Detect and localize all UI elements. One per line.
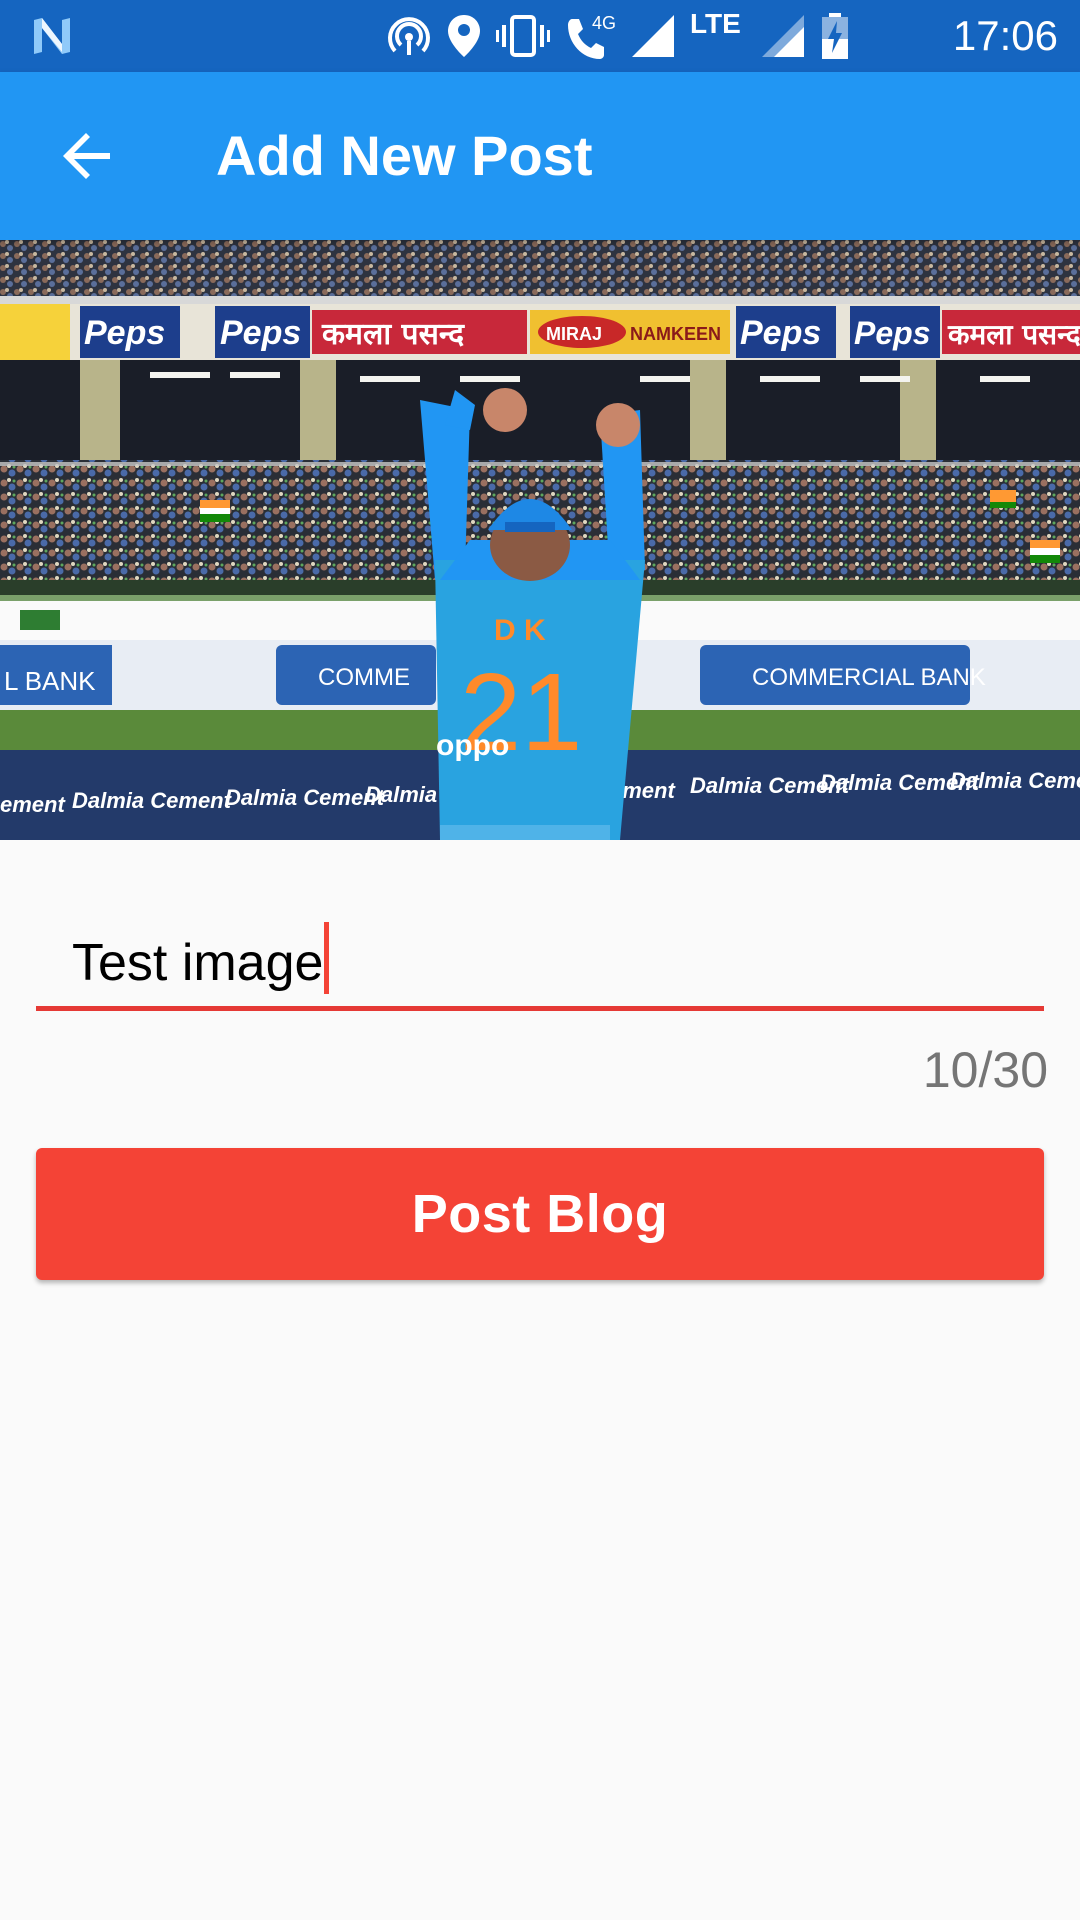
banner-peps-1: Peps xyxy=(84,314,165,352)
title-value: Test image xyxy=(72,934,324,992)
input-underline xyxy=(36,1006,1044,1011)
banner-peps-3: Peps xyxy=(740,314,821,352)
banner-kamla-1: कमला पसन्द xyxy=(321,317,465,352)
pepsi-banners: Peps Peps कमला पसन्द MIRAJ NAMKEEN Peps … xyxy=(0,304,1080,360)
signal-icon-2 xyxy=(762,15,804,57)
banner-ement-1: ement xyxy=(0,792,66,817)
stadium-illustration: Peps Peps कमला पसन्द MIRAJ NAMKEEN Peps … xyxy=(0,240,1080,840)
back-button[interactable] xyxy=(44,112,132,200)
lte-label: LTE xyxy=(690,8,741,39)
hotspot-icon xyxy=(388,17,430,55)
signal-icon xyxy=(632,15,674,57)
status-time: 17:06 xyxy=(952,12,1058,59)
status-icons: 4G LTE xyxy=(386,9,850,60)
vibrate-icon xyxy=(496,15,550,57)
wifi-calling-icon: 4G xyxy=(564,13,616,59)
arrow-back-icon xyxy=(63,133,110,179)
banner-peps-4: Peps xyxy=(854,315,930,351)
character-counter: 10/30 xyxy=(922,1042,1048,1098)
status-bar: 4G LTE 17:06 xyxy=(0,0,1080,72)
n-logo-icon xyxy=(34,18,70,54)
banner-comme: COMME xyxy=(318,664,410,691)
banner-dalmia-2: Dalmia Cement xyxy=(225,785,386,810)
banner-peps-2: Peps xyxy=(220,314,301,352)
location-icon xyxy=(448,15,480,57)
title-field[interactable]: Test image xyxy=(36,890,1044,1012)
banner-al-bank: L BANK xyxy=(4,666,96,696)
banner-namkeen: NAMKEEN xyxy=(630,324,721,344)
banner-dalmia-1: Dalmia Cement xyxy=(72,788,233,813)
banner-kamla-2: कमला पसन्द xyxy=(947,318,1080,351)
post-blog-button[interactable]: Post Blog xyxy=(36,1148,1044,1280)
title-input[interactable]: Test image xyxy=(72,922,330,994)
jersey-sponsor: oppo xyxy=(436,729,509,762)
app-bar: Add New Post xyxy=(0,72,1080,240)
post-blog-label: Post Blog xyxy=(411,1184,669,1244)
text-cursor xyxy=(324,922,330,994)
jersey-name: D K xyxy=(494,614,546,647)
post-image[interactable]: Peps Peps कमला पसन्द MIRAJ NAMKEEN Peps … xyxy=(0,240,1080,840)
banner-commercial-bank: COMMERCIAL BANK xyxy=(752,664,986,691)
network-badge: 4G xyxy=(592,13,617,33)
lte-signal-icon: LTE xyxy=(690,9,746,59)
page-title: Add New Post xyxy=(216,124,593,187)
battery-charging-icon xyxy=(822,13,848,59)
banner-miraj: MIRAJ xyxy=(546,324,602,344)
banner-dalmia-6: Dalmia Cement xyxy=(950,768,1080,793)
